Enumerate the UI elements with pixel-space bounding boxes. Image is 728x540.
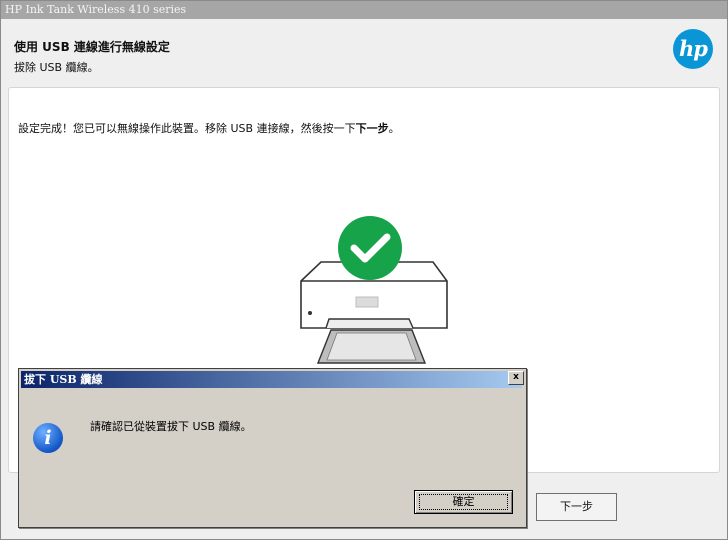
instruction-suffix: 。 <box>388 122 400 135</box>
printer-output-slot <box>325 318 414 329</box>
unplug-usb-dialog: 拔下 USB 纜線 x i 請確認已從裝置拔下 USB 纜線。 確定 <box>18 368 527 528</box>
dialog-close-button[interactable]: x <box>508 371 524 385</box>
next-button[interactable]: 下一步 <box>536 493 617 521</box>
window-title: HP Ink Tank Wireless 410 series <box>1 1 727 19</box>
info-icon: i <box>33 423 63 453</box>
printer-button <box>308 311 312 315</box>
page-title: 使用 USB 連線進行無線設定 <box>14 40 170 54</box>
page-subtitle: 拔除 USB 纜線。 <box>14 61 99 74</box>
dialog-title: 拔下 USB 纜線 <box>21 371 522 388</box>
printer-panel <box>355 296 379 308</box>
hp-logo: hp <box>673 29 713 69</box>
instruction-prefix: 設定完成！您已可以無線操作此裝置。移除 USB 連接線，然後按一下 <box>18 122 356 135</box>
success-check-icon <box>338 216 402 280</box>
header: 使用 USB 連線進行無線設定 拔除 USB 纜線。 hp <box>1 19 727 85</box>
instruction-text: 設定完成！您已可以無線操作此裝置。移除 USB 連接線，然後按一下下一步。 <box>18 120 400 136</box>
ok-button[interactable]: 確定 <box>414 490 513 514</box>
printer-success-illustration <box>300 216 448 364</box>
instruction-bold-next: 下一步 <box>355 122 389 135</box>
dialog-message: 請確認已從裝置拔下 USB 纜線。 <box>90 420 252 433</box>
focus-rect <box>419 494 508 510</box>
